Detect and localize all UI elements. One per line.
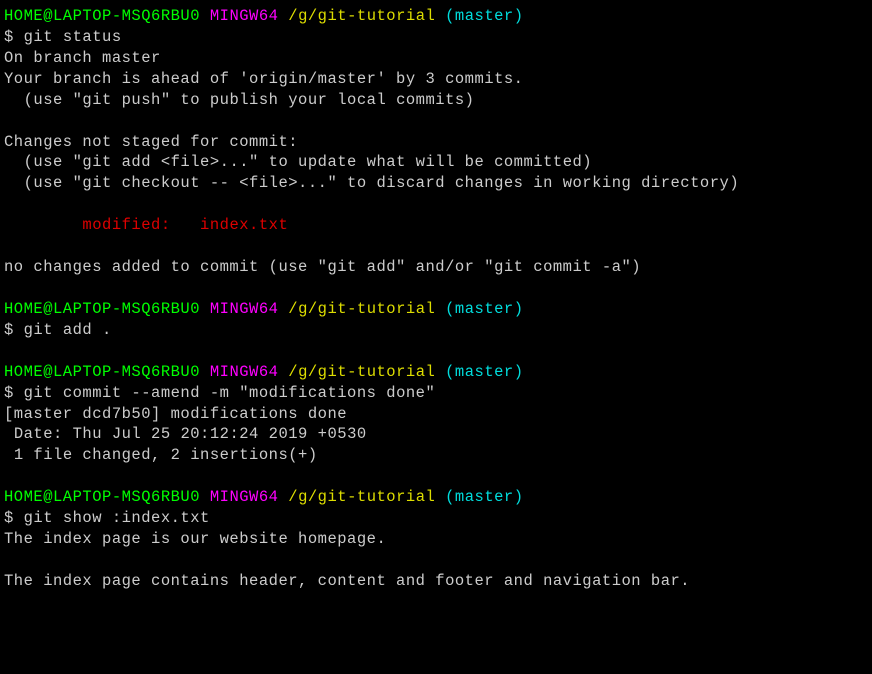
branch-indicator: (master) xyxy=(445,7,523,25)
cwd-path: /g/git-tutorial xyxy=(288,488,435,506)
shell-name: MINGW64 xyxy=(210,300,279,318)
blank-line xyxy=(4,194,868,215)
user-host: HOME@LAPTOP-MSQ6RBU0 xyxy=(4,7,200,25)
blank-line xyxy=(4,550,868,571)
branch-indicator: (master) xyxy=(445,488,523,506)
blank-line xyxy=(4,236,868,257)
output-line: The index page contains header, content … xyxy=(4,571,868,592)
output-line: 1 file changed, 2 insertions(+) xyxy=(4,445,868,466)
output-line: On branch master xyxy=(4,48,868,69)
prompt-line: HOME@LAPTOP-MSQ6RBU0 MINGW64 /g/git-tuto… xyxy=(4,362,868,383)
prompt-line: HOME@LAPTOP-MSQ6RBU0 MINGW64 /g/git-tuto… xyxy=(4,487,868,508)
modified-file-line: modified: index.txt xyxy=(4,215,868,236)
cwd-path: /g/git-tutorial xyxy=(288,300,435,318)
output-line: (use "git push" to publish your local co… xyxy=(4,90,868,111)
prompt-symbol: $ xyxy=(4,321,24,339)
output-line: no changes added to commit (use "git add… xyxy=(4,257,868,278)
command-line: $ git commit --amend -m "modifications d… xyxy=(4,383,868,404)
command-text: git status xyxy=(24,28,122,46)
user-host: HOME@LAPTOP-MSQ6RBU0 xyxy=(4,488,200,506)
output-line: The index page is our website homepage. xyxy=(4,529,868,550)
prompt-symbol: $ xyxy=(4,384,24,402)
cwd-path: /g/git-tutorial xyxy=(288,7,435,25)
branch-indicator: (master) xyxy=(445,363,523,381)
command-line: $ git add . xyxy=(4,320,868,341)
prompt-line: HOME@LAPTOP-MSQ6RBU0 MINGW64 /g/git-tuto… xyxy=(4,299,868,320)
output-line: (use "git add <file>..." to update what … xyxy=(4,152,868,173)
blank-line xyxy=(4,466,868,487)
shell-name: MINGW64 xyxy=(210,488,279,506)
output-line: Date: Thu Jul 25 20:12:24 2019 +0530 xyxy=(4,424,868,445)
command-line: $ git show :index.txt xyxy=(4,508,868,529)
output-line: Changes not staged for commit: xyxy=(4,132,868,153)
command-text: git add . xyxy=(24,321,112,339)
user-host: HOME@LAPTOP-MSQ6RBU0 xyxy=(4,363,200,381)
user-host: HOME@LAPTOP-MSQ6RBU0 xyxy=(4,300,200,318)
output-line: Your branch is ahead of 'origin/master' … xyxy=(4,69,868,90)
blank-line xyxy=(4,341,868,362)
shell-name: MINGW64 xyxy=(210,363,279,381)
command-text: git show :index.txt xyxy=(24,509,210,527)
blank-line xyxy=(4,111,868,132)
prompt-line: HOME@LAPTOP-MSQ6RBU0 MINGW64 /g/git-tuto… xyxy=(4,6,868,27)
output-line: (use "git checkout -- <file>..." to disc… xyxy=(4,173,868,194)
output-line: [master dcd7b50] modifications done xyxy=(4,404,868,425)
shell-name: MINGW64 xyxy=(210,7,279,25)
prompt-symbol: $ xyxy=(4,509,24,527)
cwd-path: /g/git-tutorial xyxy=(288,363,435,381)
prompt-symbol: $ xyxy=(4,28,24,46)
terminal-output[interactable]: HOME@LAPTOP-MSQ6RBU0 MINGW64 /g/git-tuto… xyxy=(4,6,868,592)
blank-line xyxy=(4,278,868,299)
command-line: $ git status xyxy=(4,27,868,48)
branch-indicator: (master) xyxy=(445,300,523,318)
command-text: git commit --amend -m "modifications don… xyxy=(24,384,436,402)
